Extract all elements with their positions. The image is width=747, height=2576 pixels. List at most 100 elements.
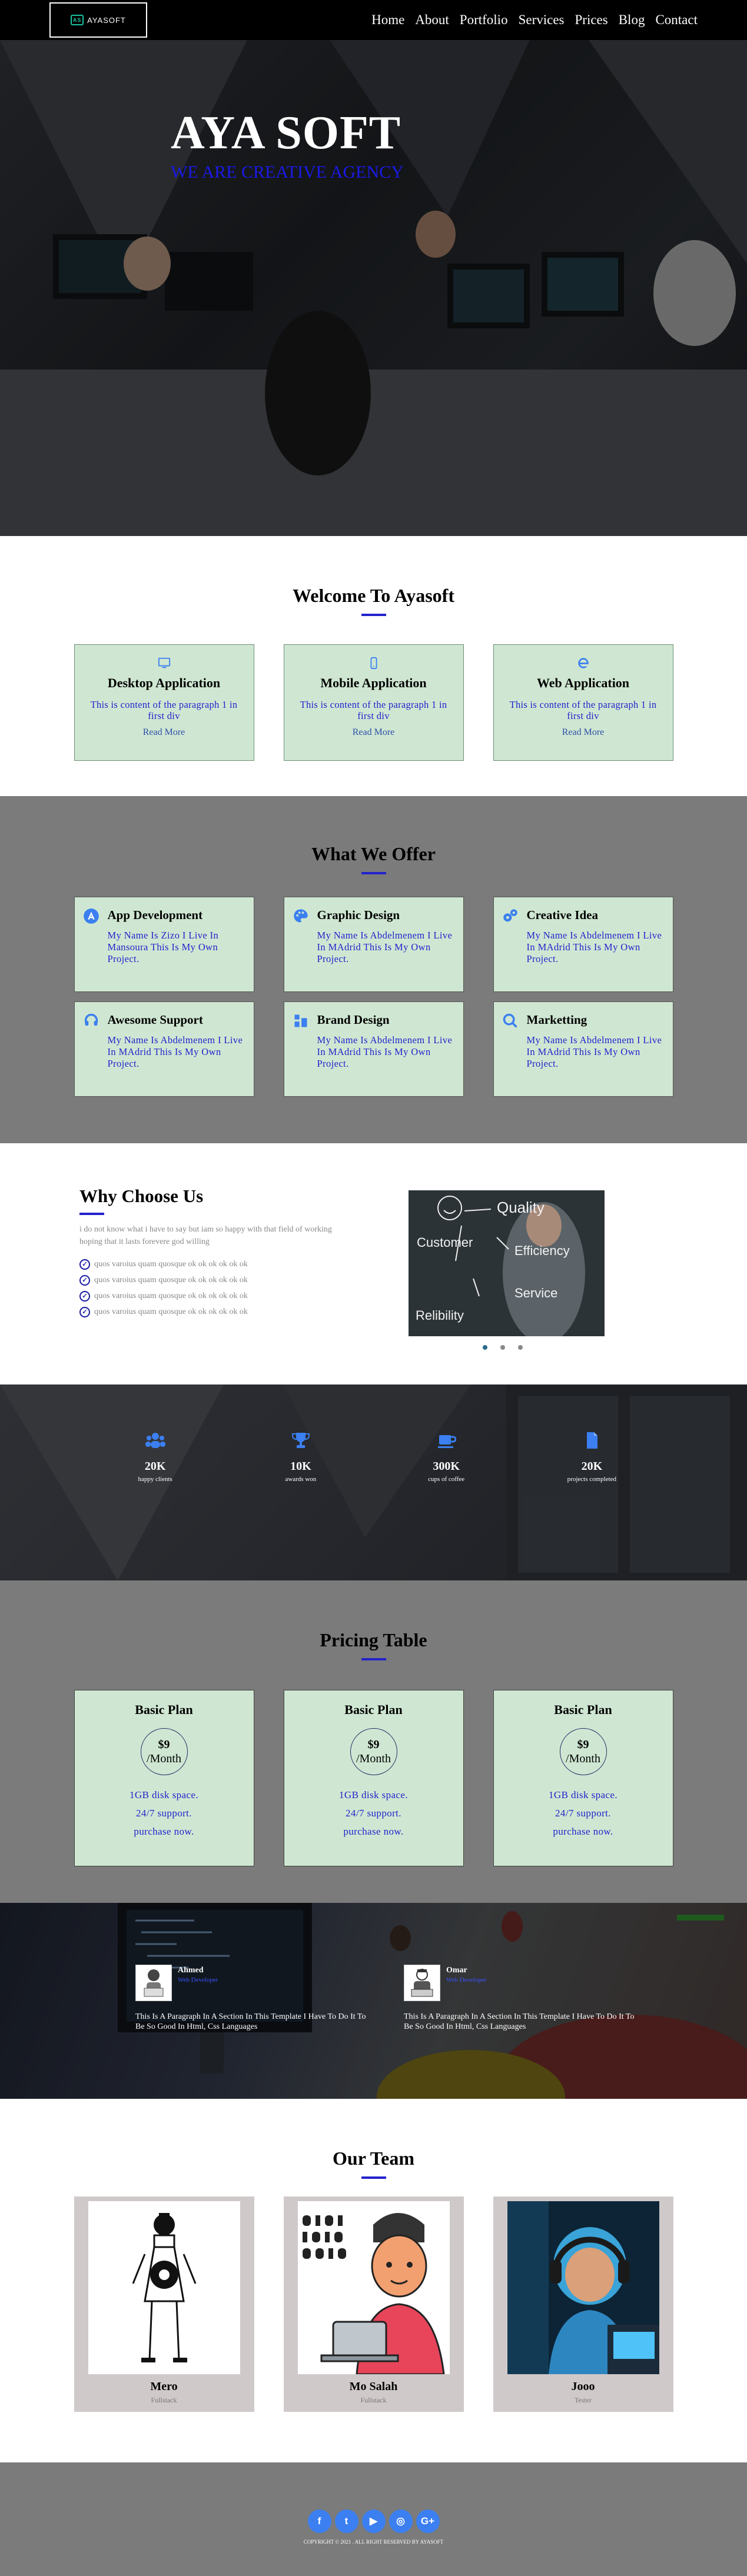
- mobile-icon: [370, 657, 377, 670]
- purchase-link[interactable]: purchase now.: [284, 1822, 463, 1841]
- price-circle: $9/Month: [140, 1728, 188, 1775]
- navbar: AS AYASOFT Home About Portfolio Services…: [0, 0, 747, 40]
- hero-subtitle: WE ARE CREATIVE AGENCY: [171, 162, 404, 182]
- service-card-title: Web Application: [536, 675, 630, 690]
- welcome-section: Welcome To Ayasoft Desktop Application T…: [0, 536, 747, 796]
- read-more-link[interactable]: Read More: [75, 727, 254, 738]
- title-underline: [361, 1658, 386, 1660]
- logo-text: AYASOFT: [87, 15, 126, 25]
- team-card: Jooo Tester: [493, 2196, 673, 2412]
- gears-icon: [503, 909, 517, 922]
- offer-card-title: Awesome Support: [107, 1013, 203, 1027]
- read-more-link[interactable]: Read More: [284, 727, 463, 738]
- offer-card-text: My Name Is Abdelmenem I Live In MAdrid T…: [107, 1034, 243, 1069]
- google-plus-icon[interactable]: G+: [416, 2510, 440, 2533]
- headset-icon: [84, 1013, 98, 1026]
- offer-section: What We Offer App Development My Name Is …: [0, 796, 747, 1143]
- title-underline: [361, 2176, 386, 2179]
- pricing-section: Pricing Table Basic Plan $9/Month 1GB di…: [0, 1580, 747, 1903]
- check-circle-icon: ✓: [79, 1306, 90, 1317]
- board-word: Relibility: [416, 1308, 464, 1323]
- offer-card-text: My Name Is Zizo I Live In Mansoura This …: [107, 930, 219, 964]
- users-icon: [145, 1433, 165, 1448]
- service-card-text: This is content of the paragraph 1 in fi…: [300, 699, 447, 721]
- stat-number: 10K: [290, 1460, 311, 1473]
- stat-number: 300K: [433, 1460, 460, 1473]
- stat-item: 300K cups of coffee: [399, 1432, 493, 1483]
- stats-section: 20K happy clients 10K awards won 300K cu…: [0, 1384, 747, 1580]
- plan-feature: 1GB disk space.: [130, 1789, 198, 1800]
- team-member-role: Fullstack: [151, 2396, 177, 2404]
- youtube-icon[interactable]: ▶: [361, 2510, 386, 2533]
- nav-link-portfolio[interactable]: Portfolio: [460, 12, 508, 28]
- nav-link-about[interactable]: About: [415, 12, 449, 28]
- carousel-dot[interactable]: [518, 1345, 523, 1350]
- board-word: Efficiency: [514, 1243, 570, 1258]
- offer-card-text: My Name Is Abdelmenem I Live In MAdrid T…: [317, 930, 453, 964]
- avatar: [404, 1965, 440, 2001]
- service-card-title: Mobile Application: [320, 675, 427, 690]
- facebook-icon[interactable]: f: [307, 2510, 331, 2533]
- nav-link-prices[interactable]: Prices: [575, 12, 608, 28]
- why-point: ✓ quos varoius quam quosque ok ok ok ok o…: [79, 1288, 356, 1304]
- offer-card-title: App Development: [107, 908, 203, 922]
- offer-title: What We Offer: [311, 843, 436, 864]
- testimonial-text: This Is A Paragraph In A Section In This…: [404, 2012, 635, 2031]
- testimonial-card: Omar Web Developer This Is A Paragraph In…: [404, 1965, 639, 2032]
- stat-label: cups of coffee: [428, 1476, 465, 1483]
- logo-mark-icon: AS: [71, 15, 84, 25]
- purchase-link[interactable]: purchase now.: [494, 1822, 673, 1841]
- offer-card-text: My Name Is Abdelmenem I Live In MAdrid T…: [526, 930, 662, 964]
- price-circle: $9/Month: [350, 1728, 397, 1775]
- twitter-icon[interactable]: t: [334, 2510, 358, 2533]
- nav-link-contact[interactable]: Contact: [655, 12, 698, 28]
- service-card-text: This is content of the paragraph 1 in fi…: [90, 699, 238, 721]
- logo[interactable]: AS AYASOFT: [49, 2, 147, 38]
- offer-card: Graphic Design My Name Is Abdelmenem I Li…: [283, 897, 464, 992]
- offer-card: Awesome Support My Name Is Abdelmenem I L…: [74, 1001, 254, 1097]
- plan-feature: 24/7 support.: [136, 1808, 192, 1819]
- nav-link-services[interactable]: Services: [519, 12, 565, 28]
- team-member-photo: [88, 2201, 240, 2374]
- offer-card-title: Graphic Design: [317, 908, 400, 922]
- purchase-link[interactable]: purchase now.: [75, 1822, 254, 1841]
- plan-name: Basic Plan: [554, 1702, 612, 1717]
- stat-item: 10K awards won: [254, 1432, 348, 1483]
- team-member-role: Fullstack: [360, 2396, 387, 2404]
- team-member-name: Mo Salah: [349, 2380, 398, 2393]
- plan-feature: 24/7 support.: [346, 1808, 401, 1819]
- monitor-icon: [158, 657, 170, 668]
- check-circle-icon: ✓: [79, 1290, 90, 1302]
- testimonial-card: Ahmed Web Developer This Is A Paragraph I…: [135, 1965, 371, 2032]
- trophy-icon: [291, 1433, 310, 1448]
- team-section: Our Team Mero Fullstack Mo Salah Fullsta…: [0, 2099, 747, 2462]
- carousel-dot[interactable]: [483, 1345, 487, 1350]
- testimonials-section: Ahmed Web Developer This Is A Paragraph I…: [0, 1903, 747, 2099]
- nav-link-blog[interactable]: Blog: [619, 12, 645, 28]
- document-icon: [587, 1432, 598, 1449]
- why-point: ✓ quos varoius quam quosque ok ok ok ok o…: [79, 1304, 356, 1320]
- team-card: Mo Salah Fullstack: [283, 2196, 464, 2412]
- team-member-photo: [297, 2201, 450, 2374]
- service-card-web: Web Application This is content of the p…: [493, 644, 673, 761]
- stat-item: 20K happy clients: [108, 1432, 202, 1483]
- price-circle: $9/Month: [559, 1728, 607, 1775]
- team-title: Our Team: [333, 2148, 414, 2169]
- title-underline: [361, 872, 386, 874]
- internet-explorer-icon: [577, 658, 589, 668]
- service-card-text: This is content of the paragraph 1 in fi…: [509, 699, 657, 721]
- carousel-dot[interactable]: [500, 1345, 505, 1350]
- plan-name: Basic Plan: [344, 1702, 403, 1717]
- title-underline: [361, 614, 386, 616]
- brand-chart-icon: [294, 1014, 307, 1027]
- nav-link-home[interactable]: Home: [371, 12, 404, 28]
- why-point: ✓ quos varoius quam quosque ok ok ok ok o…: [79, 1272, 356, 1288]
- team-member-photo: [507, 2201, 659, 2374]
- instagram-icon[interactable]: ◎: [389, 2510, 413, 2533]
- service-card-mobile: Mobile Application This is content of th…: [283, 644, 464, 761]
- testimonial-name: Ahmed: [178, 1966, 204, 1975]
- hero-section: AYA SOFT WE ARE CREATIVE AGENCY: [0, 40, 747, 536]
- read-more-link[interactable]: Read More: [494, 727, 673, 738]
- team-member-name: Mero: [150, 2380, 178, 2393]
- footer: f t ▶ ◎ G+ COPYRIGHT © 2021 . ALL RIGHT …: [0, 2462, 747, 2576]
